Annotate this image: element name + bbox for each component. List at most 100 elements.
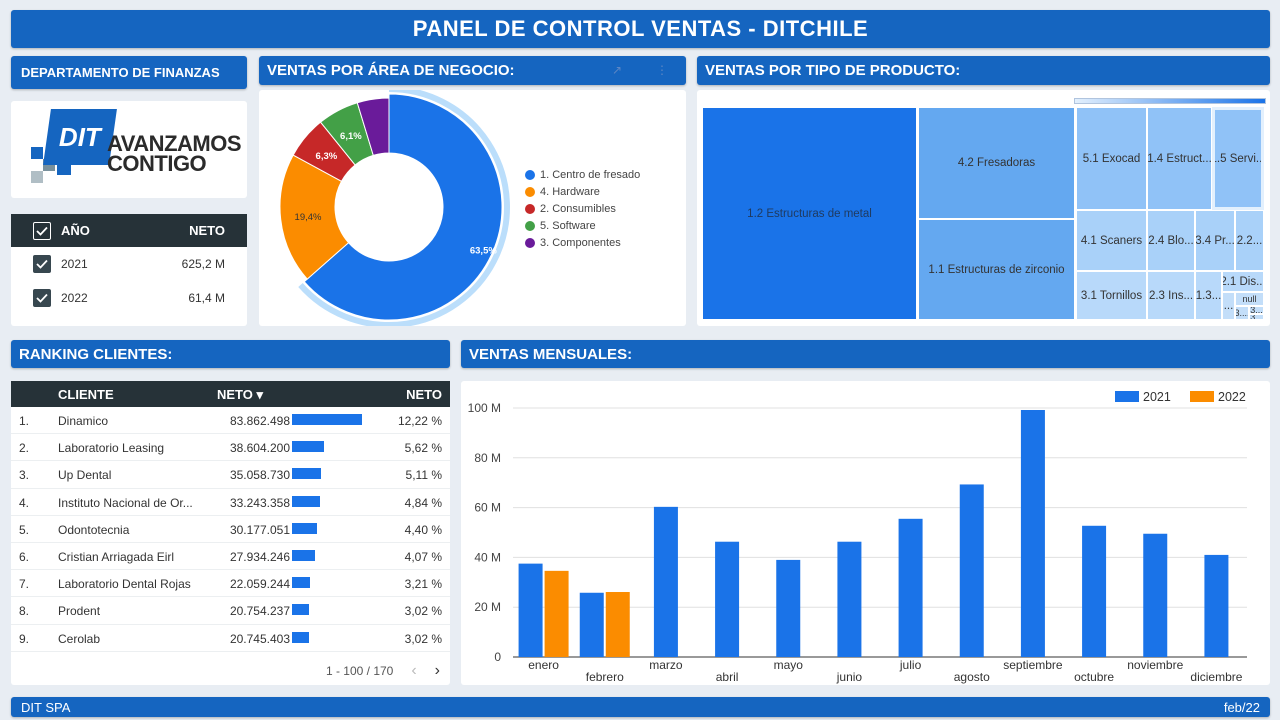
legend-item[interactable]: 2. Consumibles (525, 200, 640, 217)
year-checkbox[interactable] (33, 255, 51, 273)
table-row[interactable]: 7. Laboratorio Dental Rojas 22.059.244 3,21… (11, 570, 450, 598)
year-net-value: 625,2 M (181, 257, 225, 271)
table-row[interactable]: 6. Cristian Arriagada Eirl 27.934.246 4,07 … (11, 543, 450, 571)
treemap-tile[interactable]: 1.5 Servi... (1212, 107, 1264, 210)
treemap-tile[interactable]: 5.1 Exocad (1076, 107, 1147, 210)
open-chart-icon[interactable]: ↗ (612, 63, 622, 77)
treemap-tile[interactable]: ... (1222, 292, 1235, 320)
year-row[interactable]: 2021 625,2 M (11, 247, 247, 281)
year-row[interactable]: 2022 61,4 M (11, 281, 247, 315)
year-checkbox[interactable] (33, 289, 51, 307)
net-share-column-header[interactable]: NETO (406, 387, 442, 402)
treemap-tile[interactable]: 4.1 Scaners (1076, 210, 1147, 271)
treemap-tile[interactable]: 1.1 Estructuras de zirconio (918, 219, 1075, 320)
treemap-tile[interactable]: 1.3... (1195, 271, 1222, 320)
legend-label[interactable]: 2022 (1218, 390, 1246, 404)
table-row[interactable]: 9. Cerolab 20.745.403 3,02 % (11, 625, 450, 652)
client-share: 3,02 % (404, 631, 442, 646)
treemap-tile[interactable]: 3.... (1235, 306, 1249, 320)
year-table-header: AÑO NETO (11, 214, 247, 247)
client-share: 5,62 % (404, 441, 442, 456)
legend-swatch (525, 237, 535, 248)
table-row[interactable]: 1. Dinamico 83.862.498 12,22 % (11, 407, 450, 435)
bar-2021[interactable] (837, 541, 862, 657)
client-share: 4,84 % (404, 495, 442, 510)
treemap-tile[interactable]: 3.1 Tornillos (1076, 271, 1147, 320)
bar-2021[interactable] (518, 563, 543, 657)
select-all-checkbox[interactable] (33, 221, 51, 240)
legend-item[interactable]: 5. Software (525, 217, 640, 234)
table-row[interactable]: 3. Up Dental 35.058.730 5,11 % (11, 461, 450, 489)
next-page-icon[interactable]: › (435, 662, 440, 680)
legend-item[interactable]: 4. Hardware (525, 183, 640, 200)
x-tick-label: enero (528, 658, 559, 672)
client-net: 30.177.051 (229, 522, 290, 537)
row-index: 3. (19, 468, 30, 483)
ranking-header: CLIENTE NETO ▾ NETO (11, 381, 450, 407)
net-column-header[interactable]: NETO (155, 223, 225, 238)
donut-slice-label: 6,1% (340, 131, 362, 142)
client-share: 5,11 % (405, 468, 442, 483)
table-row[interactable]: 8. Prodent 20.754.237 3,02 % (11, 597, 450, 625)
more-options-icon[interactable]: ⋮ (656, 63, 668, 77)
legend-label[interactable]: 2021 (1143, 390, 1171, 404)
footer-company: DIT SPA (21, 699, 71, 715)
client-name: Odontotecnia (58, 522, 130, 537)
x-tick-label: marzo (649, 658, 683, 672)
year-value: 2022 (61, 291, 88, 305)
bar-2021[interactable] (579, 592, 604, 657)
y-tick-label: 60 M (474, 501, 501, 515)
donut-chart: 63,5% 19,4% 6,3%6,1% (279, 86, 510, 328)
legend-swatch (525, 203, 535, 214)
legend-item[interactable]: 3. Componentes (525, 234, 640, 251)
treemap-tile[interactable]: 2.3 Ins... (1147, 271, 1195, 320)
product-chart-title: VENTAS POR TIPO DE PRODUCTO: (697, 56, 1270, 85)
treemap-tile[interactable]: null (1235, 292, 1264, 306)
treemap-tile[interactable]: 1.2 Estructuras de metal (702, 107, 917, 320)
net-sort-column-header[interactable]: NETO ▾ (217, 387, 263, 403)
monthly-bar-chart-card: 0 20 M 40 M 60 M 80 M 100 M enero febrero marzo a… (461, 381, 1270, 685)
treemap-tile[interactable]: 2.4 Blo... (1147, 210, 1195, 271)
row-index: 9. (19, 631, 30, 646)
share-bar (292, 522, 318, 534)
treemap-tile[interactable]: 3... (1249, 314, 1264, 320)
y-tick-label: 40 M (474, 550, 501, 564)
treemap-tile[interactable]: 4.2 Fresadoras (918, 107, 1075, 219)
ranking-table: CLIENTE NETO ▾ NETO 1. Dinamico 83.862.498… (11, 381, 450, 685)
table-row[interactable]: 4. Instituto Nacional de Or... 33.243.358 4… (11, 489, 450, 516)
bar-2022[interactable] (544, 570, 569, 657)
bar-2021[interactable] (1020, 409, 1045, 657)
bar-2021[interactable] (715, 541, 740, 657)
bar-2021[interactable] (1204, 554, 1229, 657)
treemap-tile[interactable]: 3... (1249, 306, 1264, 314)
bar-2021[interactable] (776, 559, 801, 657)
year-column-header[interactable]: AÑO (61, 223, 155, 238)
legend-item[interactable]: 1. Centro de fresado (525, 166, 640, 183)
client-net: 33.243.358 (229, 495, 290, 510)
year-value: 2021 (61, 257, 88, 271)
treemap-tile[interactable]: 1.4 Estruct... (1147, 107, 1212, 210)
bar-2021[interactable] (1082, 525, 1107, 657)
x-tick-label: octubre (1074, 670, 1114, 684)
treemap-tile[interactable]: 2.1 Dis... (1222, 271, 1264, 292)
client-net: 20.745.403 (229, 631, 290, 646)
table-row[interactable]: 5. Odontotecnia 30.177.051 4,40 % (11, 516, 450, 543)
legend-swatch (525, 186, 535, 197)
client-column-header[interactable]: CLIENTE (58, 387, 114, 402)
bar-2022[interactable] (605, 592, 630, 657)
legend-swatch (525, 220, 535, 231)
client-name: Instituto Nacional de Or... (58, 495, 193, 510)
treemap-tile[interactable]: 3.4 Pr... (1195, 210, 1235, 271)
client-name: Cristian Arriagada Eirl (58, 549, 175, 564)
logo-square (31, 147, 43, 159)
prev-page-icon[interactable]: ‹ (411, 662, 416, 680)
treemap-tile[interactable]: 2.2... (1235, 210, 1264, 271)
bar-2021[interactable] (1143, 533, 1168, 657)
table-row[interactable]: 2. Laboratorio Leasing 38.604.200 5,62 % (11, 434, 450, 462)
bar-2021[interactable] (959, 484, 984, 657)
legend-swatch (525, 169, 535, 180)
bar-2021[interactable] (653, 506, 678, 657)
bar-2021[interactable] (898, 518, 923, 657)
share-bar (292, 604, 310, 616)
share-bar (292, 549, 316, 561)
